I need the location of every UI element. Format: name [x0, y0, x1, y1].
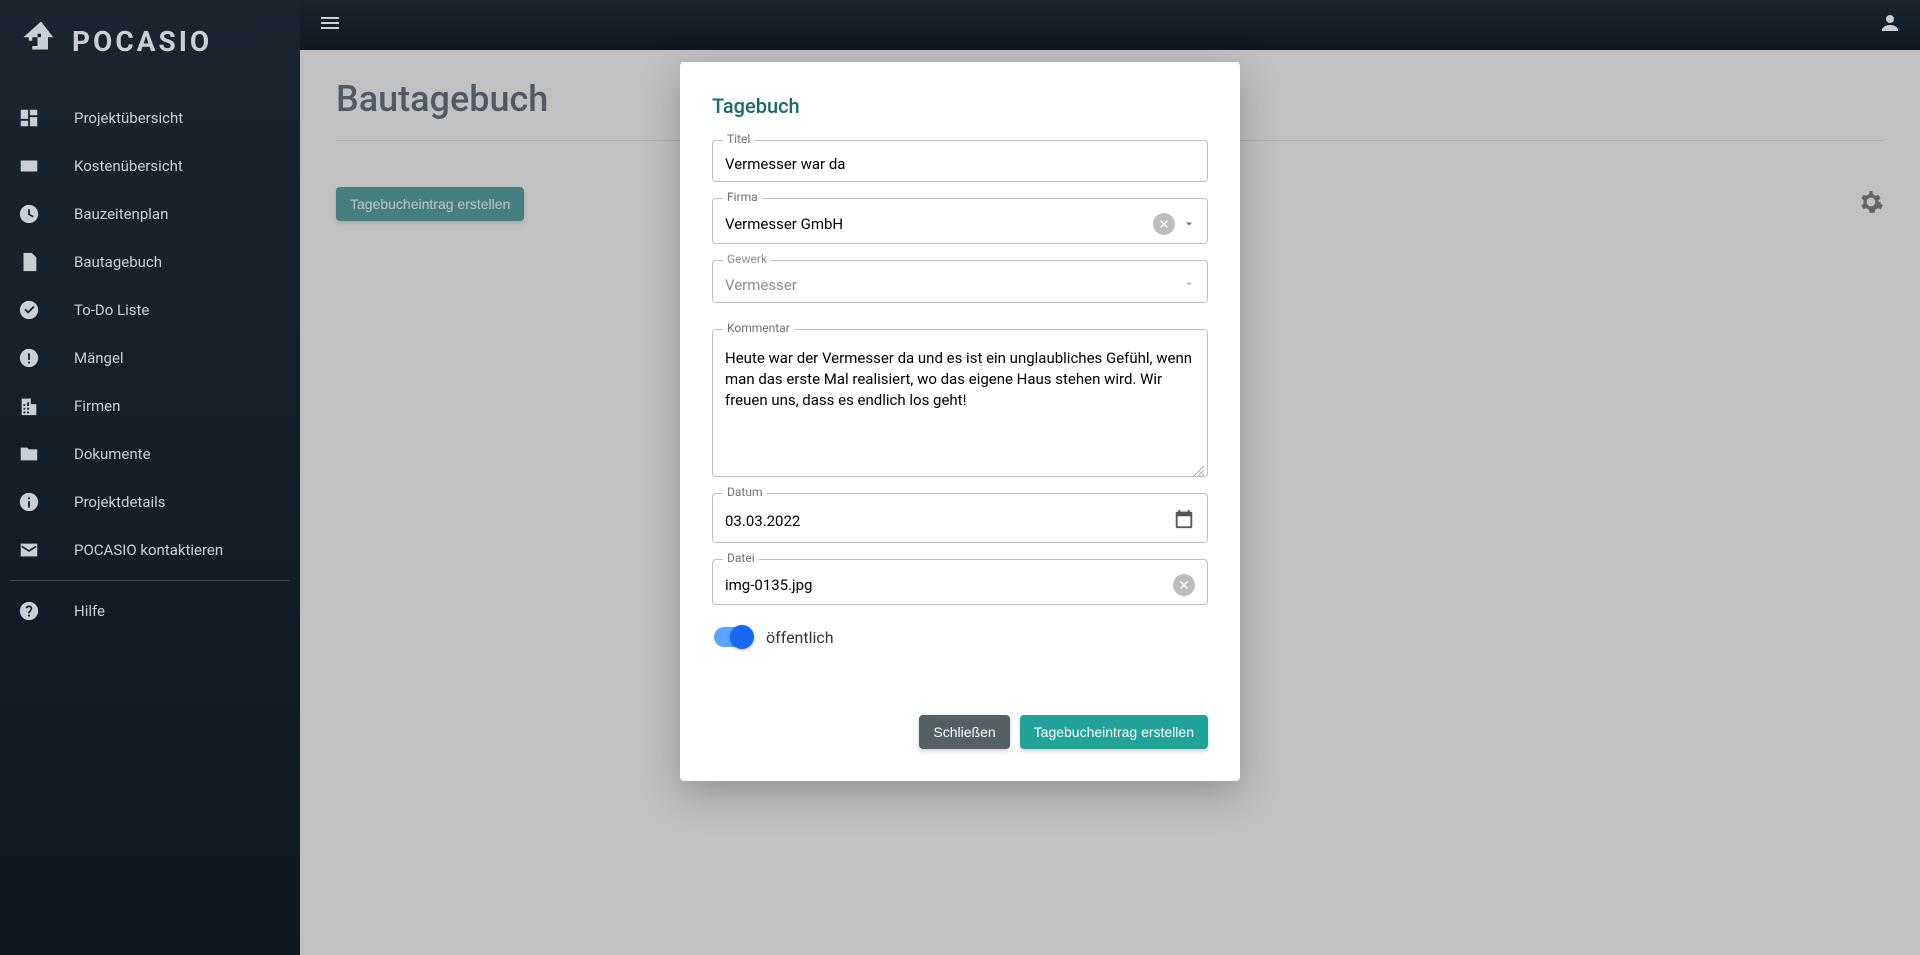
submit-button[interactable]: Tagebucheintrag erstellen	[1020, 715, 1208, 749]
sidebar-item-label: Firmen	[74, 397, 120, 415]
datei-field[interactable]: Datei	[712, 559, 1208, 605]
kommentar-label: Kommentar	[723, 321, 794, 335]
brand-logo[interactable]: POCASIO	[0, 10, 300, 84]
document-icon	[18, 251, 40, 273]
help-icon	[18, 600, 40, 622]
datei-label: Datei	[723, 551, 759, 565]
clear-datei-icon[interactable]	[1173, 574, 1195, 596]
sidebar-item-label: To-Do Liste	[74, 301, 149, 319]
sidebar-item-label: Projektdetails	[74, 493, 166, 511]
firma-field[interactable]: Firma	[712, 198, 1208, 244]
gewerk-label: Gewerk	[723, 252, 771, 266]
clear-firma-icon[interactable]	[1153, 213, 1175, 235]
datum-input[interactable]	[725, 512, 1165, 530]
modal-footer: Schließen Tagebucheintrag erstellen	[712, 715, 1208, 749]
datum-field[interactable]: Datum	[712, 493, 1208, 543]
sidebar-item-kostenuebersicht[interactable]: Kostenübersicht	[0, 142, 300, 190]
error-icon	[18, 347, 40, 369]
sidebar-item-kontakt[interactable]: POCASIO kontaktieren	[0, 526, 300, 574]
firma-dropdown-icon[interactable]	[1183, 215, 1195, 234]
calendar-icon[interactable]	[1173, 508, 1195, 534]
titel-field[interactable]: Titel	[712, 140, 1208, 182]
sidebar-item-label: Kostenübersicht	[74, 157, 183, 175]
menu-icon[interactable]	[318, 11, 342, 39]
gewerk-dropdown-icon	[1183, 275, 1195, 294]
close-button[interactable]: Schließen	[919, 715, 1009, 749]
sidebar-item-maengel[interactable]: Mängel	[0, 334, 300, 382]
datum-label: Datum	[723, 485, 766, 499]
modal-title: Tagebuch	[712, 94, 1208, 118]
dashboard-icon	[18, 107, 40, 129]
kommentar-field[interactable]: Kommentar	[712, 329, 1208, 477]
info-icon	[18, 491, 40, 513]
titel-input[interactable]	[725, 155, 1195, 173]
sidebar-item-todo[interactable]: To-Do Liste	[0, 286, 300, 334]
sidebar-item-projektuebersicht[interactable]: Projektübersicht	[0, 94, 300, 142]
money-icon	[18, 155, 40, 177]
kommentar-input[interactable]	[725, 348, 1195, 468]
sidebar-item-label: Mängel	[74, 349, 124, 367]
public-toggle[interactable]	[714, 627, 752, 647]
sidebar-item-label: Bautagebuch	[74, 253, 162, 271]
firma-label: Firma	[723, 190, 762, 204]
clock-icon	[18, 203, 40, 225]
gewerk-field: Gewerk Vermesser	[712, 260, 1208, 303]
sidebar-item-bautagebuch[interactable]: Bautagebuch	[0, 238, 300, 286]
titel-label: Titel	[723, 132, 754, 146]
datei-input[interactable]	[725, 576, 1165, 594]
diary-modal: Tagebuch Titel Firma Gewerk Vermesser Ko…	[680, 62, 1240, 781]
topbar	[300, 0, 1920, 50]
sidebar-item-projektdetails[interactable]: Projektdetails	[0, 478, 300, 526]
toggle-knob	[730, 625, 754, 649]
check-circle-icon	[18, 299, 40, 321]
public-label: öffentlich	[766, 628, 834, 647]
sidebar: POCASIO Projektübersicht Kostenübersicht…	[0, 0, 300, 955]
firma-input[interactable]	[725, 215, 1145, 233]
sidebar-item-firmen[interactable]: Firmen	[0, 382, 300, 430]
folder-icon	[18, 443, 40, 465]
sidebar-item-label: Bauzeitenplan	[74, 205, 168, 223]
sidebar-item-bauzeitenplan[interactable]: Bauzeitenplan	[0, 190, 300, 238]
gewerk-value: Vermesser	[725, 276, 1175, 294]
resize-handle-icon[interactable]	[1192, 461, 1204, 473]
sidebar-item-label: Dokumente	[74, 445, 151, 463]
mail-icon	[18, 539, 40, 561]
sidebar-divider	[10, 580, 290, 581]
house-icon	[20, 18, 62, 64]
building-icon	[18, 395, 40, 417]
sidebar-item-label: Hilfe	[74, 602, 105, 620]
sidebar-item-dokumente[interactable]: Dokumente	[0, 430, 300, 478]
sidebar-nav: Projektübersicht Kostenübersicht Bauzeit…	[0, 84, 300, 635]
sidebar-item-label: POCASIO kontaktieren	[74, 541, 223, 559]
user-icon[interactable]	[1878, 11, 1902, 39]
brand-name: POCASIO	[72, 25, 212, 58]
public-toggle-row: öffentlich	[712, 621, 1208, 653]
sidebar-item-hilfe[interactable]: Hilfe	[0, 587, 300, 635]
sidebar-item-label: Projektübersicht	[74, 109, 183, 127]
